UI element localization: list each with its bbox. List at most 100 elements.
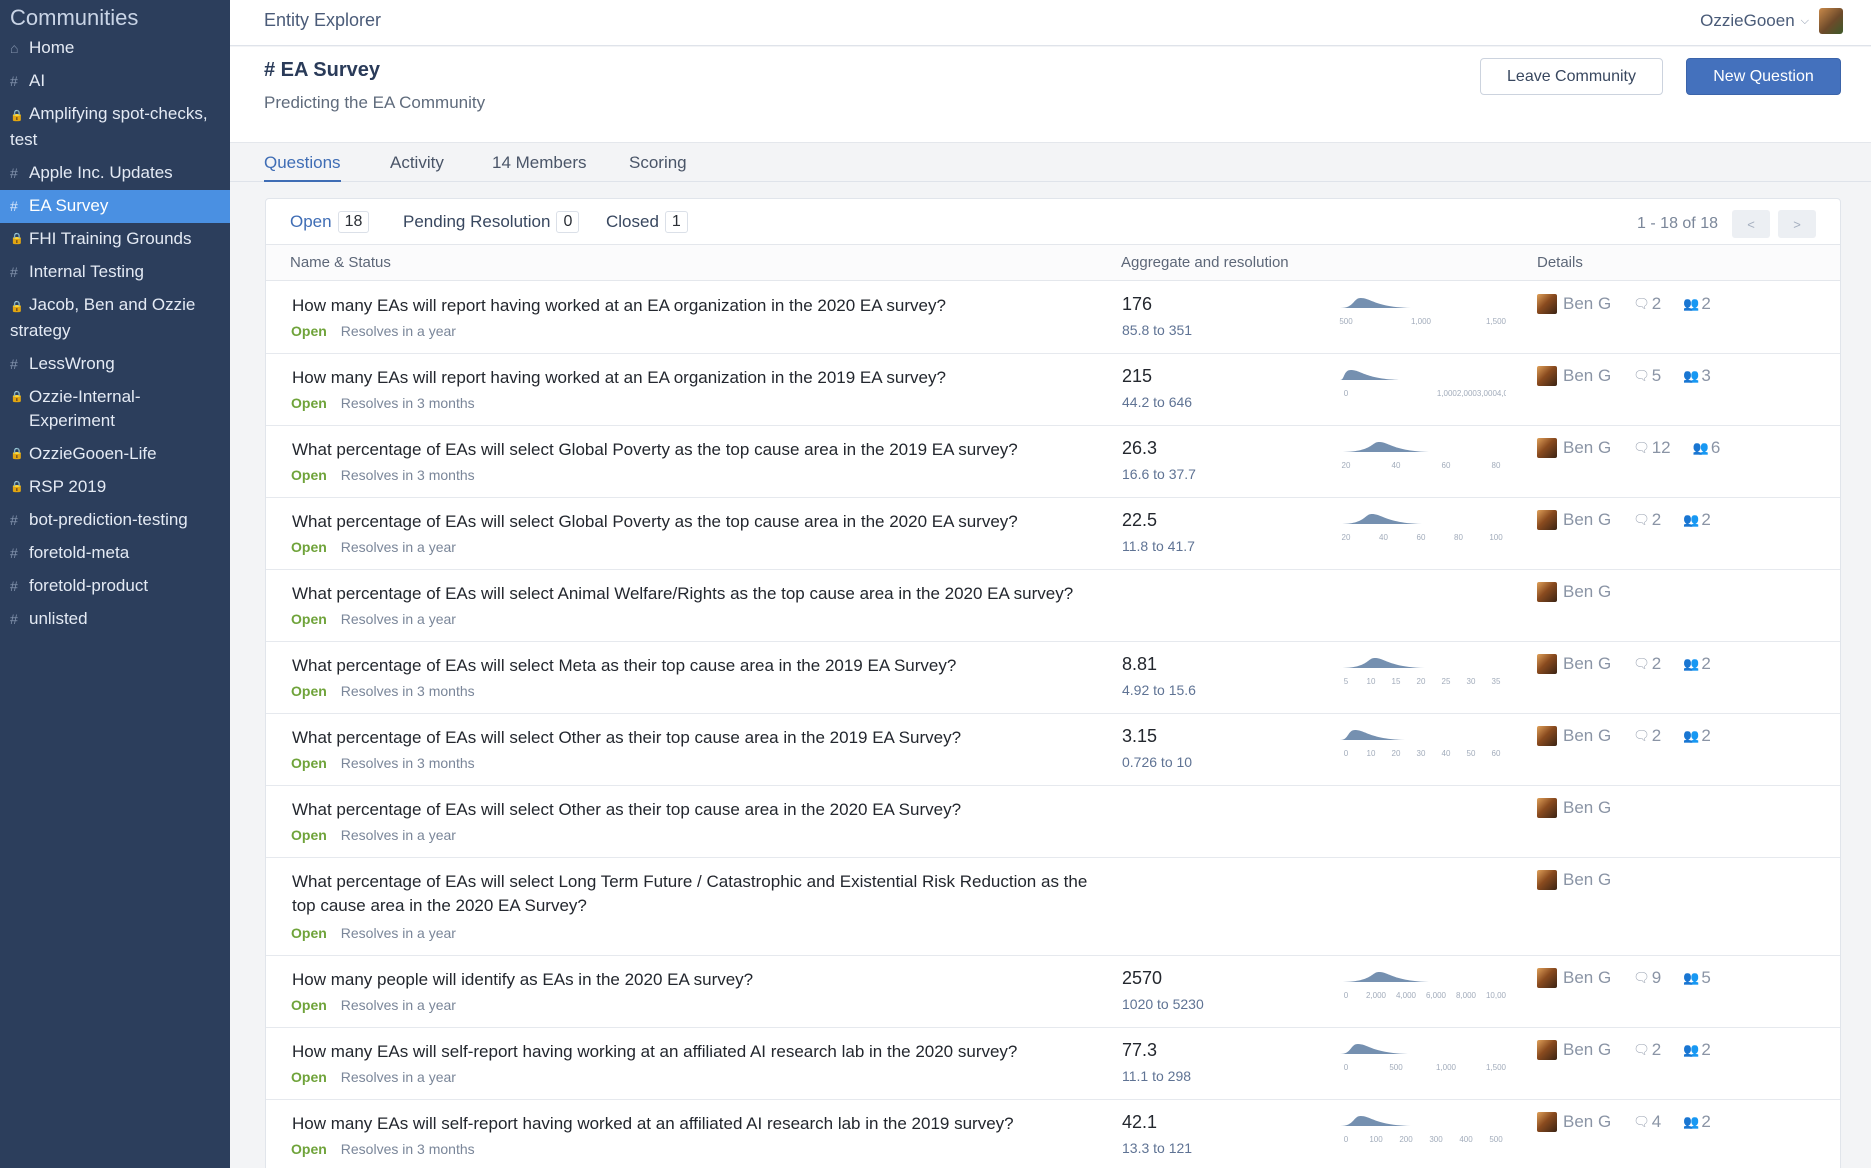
sidebar-item[interactable]: 🔒 Jacob, Ben and Ozzie strategy [0, 289, 230, 348]
new-question-button[interactable]: New Question [1686, 58, 1841, 95]
users-icon: 👥 [1683, 728, 1700, 743]
table-row[interactable]: What percentage of EAs will select Anima… [266, 570, 1840, 642]
leave-community-button[interactable]: Leave Community [1480, 58, 1663, 95]
tab-members[interactable]: 14 Members [492, 153, 586, 180]
author-name[interactable]: Ben G [1563, 798, 1611, 818]
comment-count[interactable]: 🗨 4 [1633, 1112, 1661, 1132]
sidebar-item[interactable]: # foretold-meta [0, 537, 230, 570]
sidebar-item[interactable]: # foretold-product [0, 570, 230, 603]
filter-closed[interactable]: Closed 1 [606, 211, 688, 233]
avatar[interactable] [1537, 366, 1557, 386]
table-row[interactable]: How many EAs will self-report having wor… [266, 1028, 1840, 1100]
tab-scoring[interactable]: Scoring [629, 153, 687, 180]
author-name[interactable]: Ben G [1563, 1112, 1611, 1132]
avatar[interactable] [1537, 870, 1557, 890]
avatar[interactable] [1537, 294, 1557, 314]
member-count[interactable]: 👥 2 [1683, 294, 1711, 314]
question-title[interactable]: What percentage of EAs will select Long … [292, 870, 1112, 918]
avatar[interactable] [1537, 510, 1557, 530]
user-menu[interactable]: OzzieGooen ⌵ [1700, 8, 1843, 34]
member-count[interactable]: 👥 2 [1683, 510, 1711, 530]
avatar[interactable] [1537, 1040, 1557, 1060]
question-title[interactable]: What percentage of EAs will select Other… [292, 798, 1112, 822]
author-name[interactable]: Ben G [1563, 726, 1611, 746]
comment-count[interactable]: 🗨 5 [1633, 366, 1661, 386]
sidebar-item[interactable]: ⌂ Home [0, 32, 230, 65]
table-row[interactable]: How many EAs will report having worked a… [266, 354, 1840, 426]
author-name[interactable]: Ben G [1563, 1040, 1611, 1060]
table-row[interactable]: What percentage of EAs will select Globa… [266, 498, 1840, 570]
author-name[interactable]: Ben G [1563, 510, 1611, 530]
avatar[interactable] [1537, 968, 1557, 988]
comment-count[interactable]: 🗨 2 [1633, 294, 1661, 314]
sidebar-item[interactable]: 🔒 FHI Training Grounds [0, 223, 230, 256]
sidebar-item[interactable]: 🔒 Ozzie-Internal-Experiment [0, 381, 230, 438]
author-name[interactable]: Ben G [1563, 438, 1611, 458]
next-page-button[interactable]: > [1778, 210, 1816, 238]
author-name[interactable]: Ben G [1563, 968, 1611, 988]
filter-open[interactable]: Open 18 [290, 211, 370, 233]
app-title[interactable]: Entity Explorer [264, 10, 381, 31]
sidebar-item[interactable]: # bot-prediction-testing [0, 504, 230, 537]
avatar[interactable] [1537, 438, 1557, 458]
avatar[interactable] [1537, 798, 1557, 818]
member-count[interactable]: 👥 3 [1683, 366, 1711, 386]
author-name[interactable]: Ben G [1563, 654, 1611, 674]
chevron-down-icon[interactable]: ⌵ [1801, 15, 1809, 28]
sidebar-item[interactable]: 🔒 Amplifying spot-checks, test [0, 98, 230, 157]
tab-questions[interactable]: Questions [264, 153, 341, 182]
comment-count[interactable]: 🗨 2 [1633, 654, 1661, 674]
question-title[interactable]: How many EAs will report having worked a… [292, 294, 1112, 318]
comment-count[interactable]: 🗨 2 [1633, 726, 1661, 746]
author-name[interactable]: Ben G [1563, 294, 1611, 314]
table-row[interactable]: What percentage of EAs will select Long … [266, 858, 1840, 956]
filter-pending[interactable]: Pending Resolution 0 [403, 211, 580, 233]
avatar[interactable] [1537, 1112, 1557, 1132]
prev-page-button[interactable]: < [1732, 210, 1770, 238]
sidebar-item[interactable]: # LessWrong [0, 348, 230, 381]
table-row[interactable]: How many EAs will report having worked a… [266, 282, 1840, 354]
member-count[interactable]: 👥 5 [1683, 968, 1711, 988]
question-title[interactable]: What percentage of EAs will select Anima… [292, 582, 1112, 606]
member-count[interactable]: 👥 2 [1683, 1112, 1711, 1132]
avatar[interactable] [1819, 8, 1843, 34]
comment-count[interactable]: 🗨 2 [1633, 1040, 1661, 1060]
table-row[interactable]: What percentage of EAs will select Meta … [266, 642, 1840, 714]
question-title[interactable]: How many people will identify as EAs in … [292, 968, 1112, 992]
sidebar-item[interactable]: # EA Survey [0, 190, 230, 223]
member-count[interactable]: 👥 2 [1683, 1040, 1711, 1060]
tick-label: 0 [1344, 1063, 1349, 1072]
avatar[interactable] [1537, 726, 1557, 746]
comment-count[interactable]: 🗨 12 [1633, 438, 1670, 458]
comment-count[interactable]: 🗨 2 [1633, 510, 1661, 530]
author-name[interactable]: Ben G [1563, 582, 1611, 602]
question-title[interactable]: How many EAs will self-report having wor… [292, 1040, 1112, 1064]
question-title[interactable]: How many EAs will self-report having wor… [292, 1112, 1112, 1136]
member-count[interactable]: 👥 2 [1683, 726, 1711, 746]
user-name[interactable]: OzzieGooen [1700, 11, 1795, 31]
table-row[interactable]: What percentage of EAs will select Other… [266, 714, 1840, 786]
author-name[interactable]: Ben G [1563, 870, 1611, 890]
comment-count[interactable]: 🗨 9 [1633, 968, 1661, 988]
sidebar-item[interactable]: # Internal Testing [0, 256, 230, 289]
table-row[interactable]: What percentage of EAs will select Globa… [266, 426, 1840, 498]
author-name[interactable]: Ben G [1563, 366, 1611, 386]
question-title[interactable]: What percentage of EAs will select Other… [292, 726, 1112, 750]
table-row[interactable]: How many people will identify as EAs in … [266, 956, 1840, 1028]
table-row[interactable]: What percentage of EAs will select Other… [266, 786, 1840, 858]
question-title[interactable]: What percentage of EAs will select Meta … [292, 654, 1112, 678]
sidebar-item[interactable]: 🔒 RSP 2019 [0, 471, 230, 504]
sidebar-item[interactable]: # Apple Inc. Updates [0, 157, 230, 190]
sidebar-item[interactable]: 🔒 OzzieGooen-Life [0, 438, 230, 471]
table-row[interactable]: How many EAs will self-report having wor… [266, 1100, 1840, 1168]
member-count[interactable]: 👥 2 [1683, 654, 1711, 674]
question-title[interactable]: How many EAs will report having worked a… [292, 366, 1112, 390]
sidebar-item[interactable]: # unlisted [0, 603, 230, 636]
member-count[interactable]: 👥 6 [1693, 438, 1721, 458]
avatar[interactable] [1537, 582, 1557, 602]
question-title[interactable]: What percentage of EAs will select Globa… [292, 438, 1112, 462]
sidebar-item[interactable]: # AI [0, 65, 230, 98]
tab-activity[interactable]: Activity [390, 153, 444, 180]
question-title[interactable]: What percentage of EAs will select Globa… [292, 510, 1112, 534]
avatar[interactable] [1537, 654, 1557, 674]
